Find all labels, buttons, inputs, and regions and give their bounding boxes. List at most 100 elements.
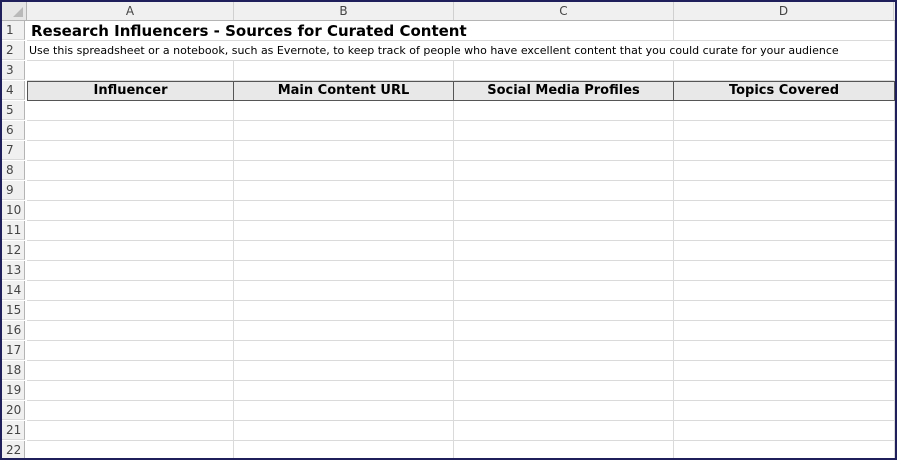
table-cell[interactable]	[234, 441, 454, 458]
table-cell[interactable]	[234, 401, 454, 421]
cell-a2[interactable]: Use this spreadsheet or a notebook, such…	[27, 41, 895, 61]
table-cell[interactable]	[27, 101, 234, 121]
table-cell[interactable]	[27, 281, 234, 301]
table-cell[interactable]	[674, 241, 895, 261]
table-cell[interactable]	[234, 241, 454, 261]
table-cell[interactable]	[27, 301, 234, 321]
table-cell[interactable]	[234, 321, 454, 341]
cell-d1[interactable]	[674, 21, 895, 41]
table-cell[interactable]	[27, 241, 234, 261]
table-cell[interactable]	[454, 321, 674, 341]
cell-d3[interactable]	[674, 61, 895, 81]
cell-a3[interactable]	[27, 61, 234, 81]
table-cell[interactable]	[454, 121, 674, 141]
table-cell[interactable]	[674, 201, 895, 221]
table-cell[interactable]	[27, 221, 234, 241]
row-header-20[interactable]: 20	[2, 401, 25, 420]
table-cell[interactable]	[234, 121, 454, 141]
table-cell[interactable]	[454, 281, 674, 301]
table-cell[interactable]	[454, 161, 674, 181]
table-cell[interactable]	[27, 181, 234, 201]
row-header-8[interactable]: 8	[2, 161, 25, 180]
table-cell[interactable]	[674, 261, 895, 281]
table-cell[interactable]	[234, 421, 454, 441]
table-cell[interactable]	[674, 181, 895, 201]
header-social-media-profiles[interactable]: Social Media Profiles	[454, 81, 674, 101]
column-header-d[interactable]: D	[674, 2, 894, 20]
row-header-17[interactable]: 17	[2, 341, 25, 360]
table-cell[interactable]	[234, 221, 454, 241]
column-header-a[interactable]: A	[27, 2, 234, 20]
column-header-c[interactable]: C	[454, 2, 674, 20]
row-header-3[interactable]: 3	[2, 61, 25, 80]
table-cell[interactable]	[234, 141, 454, 161]
table-cell[interactable]	[454, 101, 674, 121]
row-header-19[interactable]: 19	[2, 381, 25, 400]
table-cell[interactable]	[674, 141, 895, 161]
cell-a1[interactable]: Research Influencers - Sources for Curat…	[27, 21, 467, 41]
row-header-6[interactable]: 6	[2, 121, 25, 140]
row-header-11[interactable]: 11	[2, 221, 25, 240]
table-cell[interactable]	[234, 301, 454, 321]
row-header-1[interactable]: 1	[2, 21, 25, 40]
table-cell[interactable]	[454, 141, 674, 161]
table-cell[interactable]	[234, 181, 454, 201]
table-cell[interactable]	[454, 381, 674, 401]
table-cell[interactable]	[674, 361, 895, 381]
table-cell[interactable]	[27, 321, 234, 341]
table-cell[interactable]	[234, 101, 454, 121]
row-header-15[interactable]: 15	[2, 301, 25, 320]
table-cell[interactable]	[674, 161, 895, 181]
cell-c3[interactable]	[454, 61, 674, 81]
select-all-button[interactable]	[2, 2, 27, 20]
table-cell[interactable]	[674, 221, 895, 241]
table-cell[interactable]	[674, 301, 895, 321]
table-cell[interactable]	[674, 341, 895, 361]
table-cell[interactable]	[454, 261, 674, 281]
table-cell[interactable]	[454, 201, 674, 221]
row-header-14[interactable]: 14	[2, 281, 25, 300]
table-cell[interactable]	[234, 341, 454, 361]
table-cell[interactable]	[674, 441, 895, 458]
cell-c1[interactable]	[454, 21, 674, 41]
row-header-2[interactable]: 2	[2, 41, 25, 60]
table-cell[interactable]	[454, 301, 674, 321]
row-header-10[interactable]: 10	[2, 201, 25, 220]
table-cell[interactable]	[27, 361, 234, 381]
table-cell[interactable]	[27, 121, 234, 141]
header-main-content-url[interactable]: Main Content URL	[234, 81, 454, 101]
table-cell[interactable]	[454, 441, 674, 458]
row-header-22[interactable]: 22	[2, 441, 25, 458]
table-cell[interactable]	[27, 401, 234, 421]
table-cell[interactable]	[27, 381, 234, 401]
table-cell[interactable]	[454, 421, 674, 441]
table-cell[interactable]	[454, 401, 674, 421]
table-cell[interactable]	[27, 441, 234, 458]
table-cell[interactable]	[27, 421, 234, 441]
table-cell[interactable]	[674, 421, 895, 441]
row-header-4[interactable]: 4	[2, 81, 25, 100]
header-influencer[interactable]: Influencer	[27, 81, 234, 101]
table-cell[interactable]	[674, 321, 895, 341]
table-cell[interactable]	[674, 401, 895, 421]
table-cell[interactable]	[674, 281, 895, 301]
header-topics-covered[interactable]: Topics Covered	[674, 81, 895, 101]
table-cell[interactable]	[454, 181, 674, 201]
table-cell[interactable]	[454, 221, 674, 241]
table-cell[interactable]	[674, 121, 895, 141]
row-header-9[interactable]: 9	[2, 181, 25, 200]
column-header-b[interactable]: B	[234, 2, 454, 20]
table-cell[interactable]	[27, 201, 234, 221]
table-cell[interactable]	[27, 261, 234, 281]
row-header-5[interactable]: 5	[2, 101, 25, 120]
table-cell[interactable]	[27, 161, 234, 181]
table-cell[interactable]	[234, 281, 454, 301]
row-header-12[interactable]: 12	[2, 241, 25, 260]
table-cell[interactable]	[234, 261, 454, 281]
row-header-18[interactable]: 18	[2, 361, 25, 380]
table-cell[interactable]	[234, 201, 454, 221]
table-cell[interactable]	[234, 161, 454, 181]
row-header-16[interactable]: 16	[2, 321, 25, 340]
cell-b3[interactable]	[234, 61, 454, 81]
row-header-21[interactable]: 21	[2, 421, 25, 440]
